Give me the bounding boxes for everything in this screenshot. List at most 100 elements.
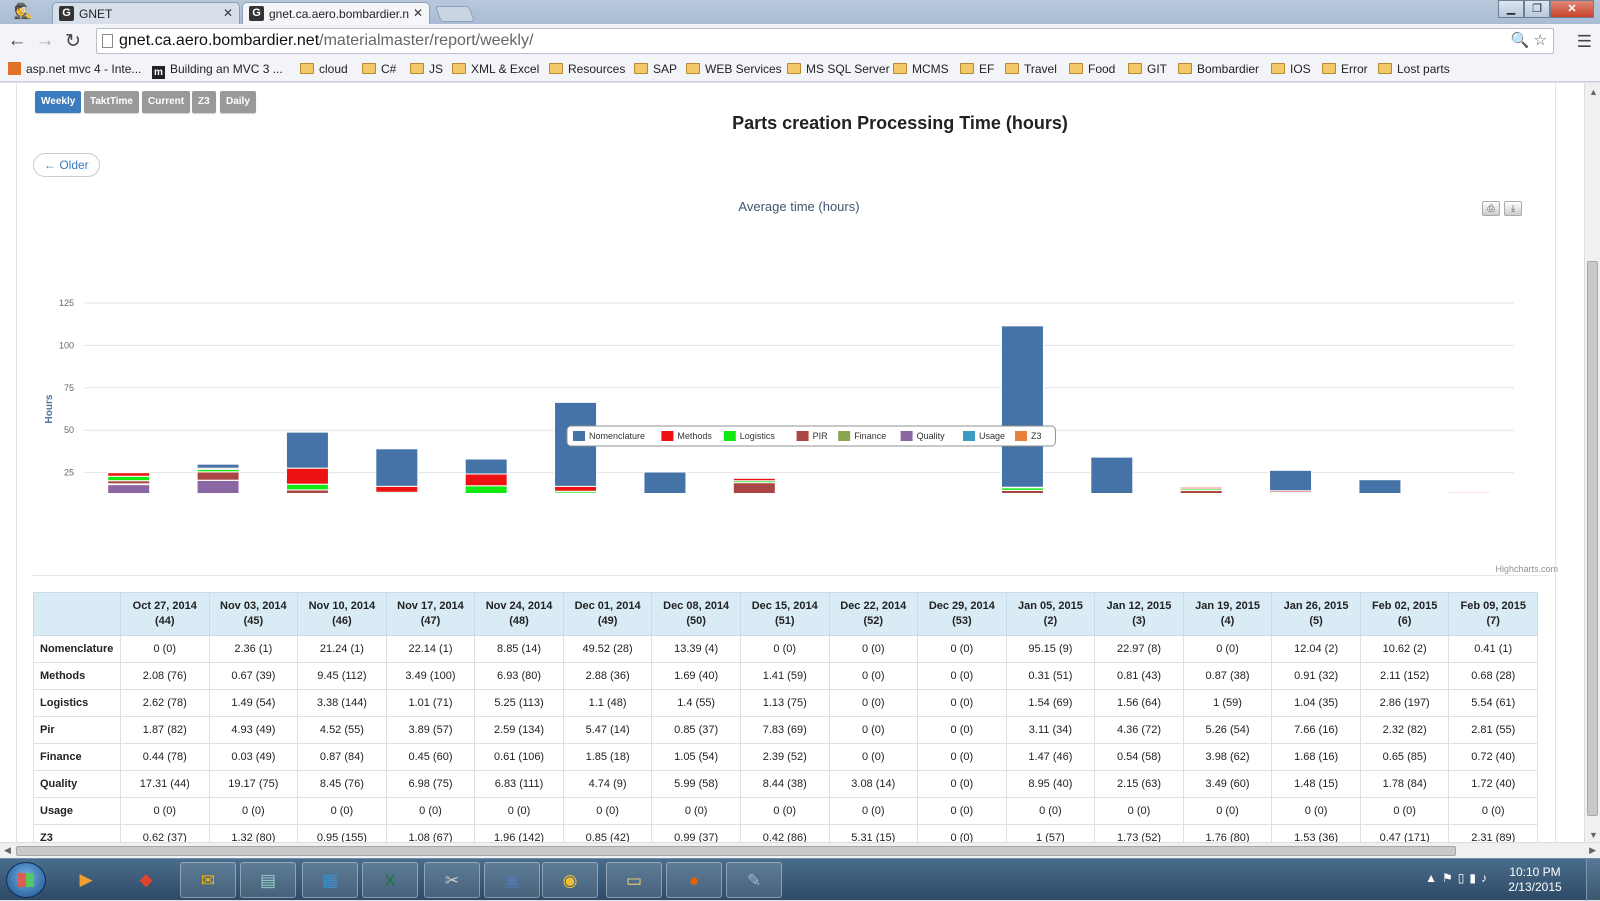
scroll-right-icon[interactable]: ▶ [1589,845,1596,856]
bookmark-star-icon[interactable]: ☆ [1534,32,1547,49]
address-bar[interactable]: gnet.ca.aero.bombardier.net/materialmast… [96,28,1554,54]
bookmark-mcms[interactable]: MCMS [893,62,949,76]
url-host: gnet.ca.aero.bombardier.net [119,32,319,49]
start-button[interactable] [6,862,46,898]
window-close-icon[interactable]: ✕ [1550,0,1594,18]
firefox-icon[interactable]: ● [666,862,722,898]
table-cell: 0 (0) [918,744,1007,771]
chrome-icon[interactable]: ◉ [542,862,598,898]
table-cell: 5.25 (113) [475,690,564,717]
bookmark-git[interactable]: GIT [1128,62,1167,76]
tab-label: gnet.ca.aero.bombardier.n [269,7,409,21]
minimize-icon[interactable]: ▁ [1498,0,1524,18]
bookmark-label: Lost parts [1397,62,1450,76]
folder-icon [1271,63,1285,74]
vertical-scrollbar[interactable]: ▲ ▼ [1584,83,1600,842]
data-table: Oct 27, 2014(44)Nov 03, 2014(45)Nov 10, … [33,592,1538,842]
highcharts-credits[interactable]: Highcharts.com [1495,564,1558,574]
bookmark-xml-excel[interactable]: XML & Excel [452,62,539,76]
bookmark-label: Building an MVC 3 ... [170,62,283,76]
weekly-button[interactable]: Weekly [35,91,81,113]
excel-icon[interactable]: X [362,862,418,898]
bookmark-label: WEB Services [705,62,782,76]
explorer-icon[interactable]: ▭ [606,862,662,898]
bookmark-ms-sql-server[interactable]: MS SQL Server [787,62,890,76]
bookmark-label: cloud [319,62,348,76]
git-icon[interactable]: ◆ [118,862,174,898]
takttime-button[interactable]: TaktTime [84,91,139,113]
current-button[interactable]: Current [142,91,190,113]
table-cell: 0 (0) [829,798,918,825]
bookmark-sap[interactable]: SAP [634,62,677,76]
signal-icon[interactable]: ▮ [1469,871,1481,885]
bookmark-resources[interactable]: Resources [549,62,625,76]
bar-segment-pir [733,483,775,493]
table-cell: 5.31 (15) [829,825,918,843]
back-arrow-icon[interactable]: ← [6,30,28,52]
z3-button[interactable]: Z3 [192,91,216,113]
project-tool-icon[interactable]: ▦ [302,862,358,898]
clock-time: 10:10 PM [1500,865,1570,880]
bar-segment-quality [108,485,150,493]
daily-button[interactable]: Daily [220,91,256,113]
vertical-scroll-thumb[interactable] [1587,261,1598,816]
flag-icon[interactable]: ⚑ [1442,871,1458,885]
y-tick-label: 25 [64,468,74,478]
table-cell: 1.49 (54) [209,690,298,717]
bookmark-bombardier[interactable]: Bombardier [1178,62,1259,76]
bookmark-ios[interactable]: IOS [1271,62,1311,76]
bookmark-travel[interactable]: Travel [1005,62,1057,76]
tray-expand-icon[interactable]: ▲ [1425,871,1442,885]
restore-icon[interactable]: ❐ [1524,0,1550,18]
bookmark-lost-parts[interactable]: Lost parts [1378,62,1450,76]
reload-icon[interactable]: ↻ [62,30,84,53]
scroll-up-icon[interactable]: ▲ [1589,87,1598,97]
volume-icon[interactable]: ♪ [1481,871,1492,885]
bookmark-web-services[interactable]: WEB Services [686,62,782,76]
older-button[interactable]: ← Older [33,153,100,177]
bookmark-js[interactable]: JS [410,62,443,76]
horizontal-scrollbar[interactable]: ◀ ▶ [0,842,1600,858]
column-header-date: Jan 12, 2015 [1097,599,1181,614]
table-cell: 2.32 (82) [1360,717,1449,744]
taskbar-clock[interactable]: 10:10 PM 2/13/2015 [1500,865,1570,895]
table-cell: 0.44 (78) [121,744,210,771]
horizontal-scroll-thumb[interactable] [16,846,1456,856]
bookmark-building-an-mvc-3[interactable]: mBuilding an MVC 3 ... [152,62,283,79]
column-header-date: Dec 08, 2014 [654,599,738,614]
bookmark-ef[interactable]: EF [960,62,994,76]
hamburger-menu-icon[interactable]: ☰ [1577,32,1592,52]
close-tab-icon[interactable]: ✕ [223,6,233,20]
vs-tools-icon[interactable]: ✂ [424,862,480,898]
battery-icon[interactable]: ▯ [1458,871,1470,885]
forward-arrow-icon[interactable]: → [34,30,56,52]
new-tab-button[interactable] [435,6,475,22]
column-header: Nov 24, 2014(48) [475,593,564,636]
bookmark-cloud[interactable]: cloud [300,62,348,76]
tab-gnet[interactable]: G GNET ✕ [52,2,240,24]
scroll-left-icon[interactable]: ◀ [4,845,11,856]
table-cell: 0.03 (49) [209,744,298,771]
bookmark-error[interactable]: Error [1322,62,1368,76]
show-desktop-button[interactable] [1586,859,1600,901]
table-cell: 1.32 (80) [209,825,298,843]
tab-weekly-report[interactable]: G gnet.ca.aero.bombardier.n ✕ [242,2,430,24]
bookmark-c[interactable]: C# [362,62,396,76]
row-label: Usage [34,798,121,825]
bookmark-food[interactable]: Food [1069,62,1115,76]
notepad-icon[interactable]: ▤ [240,862,296,898]
section-divider [32,575,1548,576]
remote-desktop-icon[interactable]: ▣ [484,862,540,898]
paint-icon[interactable]: ✎ [726,862,782,898]
search-icon[interactable]: 🔍 [1511,32,1530,49]
bookmark-asp-net-mvc-4-inte[interactable]: asp.net mvc 4 - Inte... [8,62,141,76]
close-tab-icon[interactable]: ✕ [413,6,423,20]
page-icon [102,34,113,48]
bookmark-label: asp.net mvc 4 - Inte... [26,62,141,76]
table-cell: 0.87 (84) [298,744,387,771]
column-header-week: (50) [654,614,738,629]
media-player-icon[interactable]: ▶ [58,862,114,898]
bar-segment-methods [376,486,418,492]
outlook-icon[interactable]: ✉ [180,862,236,898]
scroll-down-icon[interactable]: ▼ [1589,830,1598,840]
